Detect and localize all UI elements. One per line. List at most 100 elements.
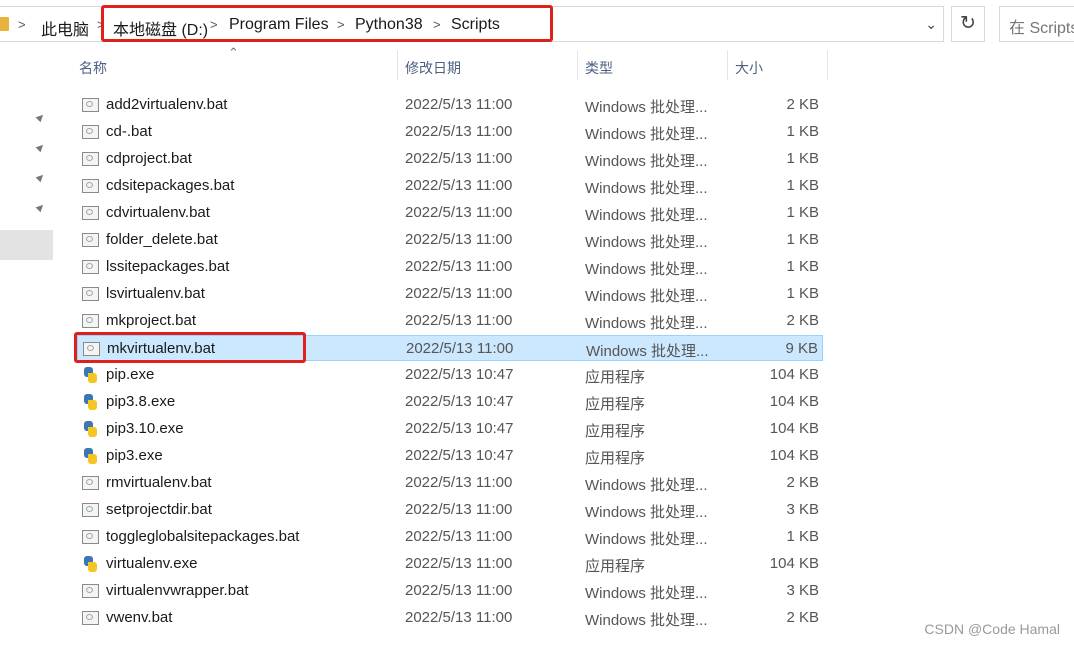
table-row[interactable]: mkproject.bat 2022/5/13 11:00 Windows 批处理.… [77,308,823,334]
file-date: 2022/5/13 10:47 [405,447,514,464]
file-name: folder_delete.bat [106,231,218,248]
python-exe-icon [82,447,98,465]
table-row[interactable]: cd-.bat 2022/5/13 11:00 Windows 批处理... 1 KB [77,119,823,145]
file-name: add2virtualenv.bat [106,96,228,113]
file-type: 应用程序 [585,423,646,440]
annotation-box-file [74,332,306,363]
bat-file-icon [82,503,99,517]
table-row[interactable]: rmvirtualenv.bat 2022/5/13 11:00 Windows 批… [77,470,823,496]
bat-file-icon [82,260,99,274]
file-size: 3 KB [786,501,819,518]
pin-icon: ▲ [31,197,51,217]
file-date: 2022/5/13 11:00 [405,474,513,491]
python-exe-icon [82,393,98,411]
pin-icon: ▲ [31,167,51,187]
column-divider[interactable] [827,50,828,80]
table-row[interactable]: setprojectdir.bat 2022/5/13 11:00 Windows … [77,497,823,523]
file-size: 104 KB [769,447,819,464]
file-type: Windows 批处理... [585,99,708,116]
folder-icon [0,17,9,31]
file-type: Windows 批处理... [585,315,708,332]
table-row[interactable]: lsvirtualenv.bat 2022/5/13 11:00 Windows 批… [77,281,823,307]
bat-file-icon [82,314,99,328]
table-row[interactable]: virtualenv.exe 2022/5/13 11:00 应用程序 104 KB [77,551,823,577]
watermark: CSDN @Code Hamal [924,621,1060,637]
file-type: Windows 批处理... [585,261,708,278]
chevron-down-icon[interactable]: ⌄ [925,16,937,33]
file-size: 1 KB [786,204,819,221]
pin-icon: ▲ [31,137,51,157]
column-divider[interactable] [577,50,578,80]
file-date: 2022/5/13 11:00 [405,285,513,302]
file-date: 2022/5/13 10:47 [405,393,514,410]
file-name: pip3.exe [106,447,163,464]
file-size: 1 KB [786,150,819,167]
table-row[interactable]: virtualenvwrapper.bat 2022/5/13 11:00 Wind… [77,578,823,604]
file-size: 1 KB [786,528,819,545]
table-row[interactable]: toggleglobalsitepackages.bat 2022/5/13 11… [77,524,823,550]
bat-file-icon [82,125,99,139]
bat-file-icon [82,611,99,625]
file-size: 104 KB [769,393,819,410]
file-size: 104 KB [769,555,819,572]
file-size: 104 KB [769,420,819,437]
file-type: Windows 批处理... [585,180,708,197]
breadcrumb-this-pc[interactable]: 此电脑 [41,16,89,40]
table-row[interactable]: vwenv.bat 2022/5/13 11:00 Windows 批处理... 2 … [77,605,823,631]
table-row[interactable]: folder_delete.bat 2022/5/13 11:00 Windows … [77,227,823,253]
file-name: rmvirtualenv.bat [106,474,212,491]
table-row[interactable]: add2virtualenv.bat 2022/5/13 11:00 Windows… [77,92,823,118]
file-type: Windows 批处理... [585,153,708,170]
bat-file-icon [82,476,99,490]
file-name: pip3.10.exe [106,420,184,437]
file-size: 1 KB [786,123,819,140]
refresh-button[interactable]: ↻ [951,6,985,42]
refresh-icon: ↻ [960,13,976,34]
column-header-name[interactable]: 名称 [79,58,107,78]
table-row[interactable]: cdsitepackages.bat 2022/5/13 11:00 Windows… [77,173,823,199]
bat-file-icon [82,179,99,193]
file-type: 应用程序 [585,396,646,413]
table-row[interactable]: cdvirtualenv.bat 2022/5/13 11:00 Windows 批… [77,200,823,226]
column-header-type[interactable]: 类型 [585,58,613,78]
bat-file-icon [82,233,99,247]
file-name: pip.exe [106,366,155,383]
file-type: Windows 批处理... [585,531,708,548]
file-date: 2022/5/13 11:00 [405,312,513,329]
table-row[interactable]: pip3.8.exe 2022/5/13 10:47 应用程序 104 KB [77,389,823,415]
file-name: lssitepackages.bat [106,258,230,275]
file-type: 应用程序 [585,558,646,575]
file-type: Windows 批处理... [585,207,708,224]
column-header-date[interactable]: 修改日期 [405,58,461,78]
search-input[interactable]: 在 Scripts [999,6,1074,42]
file-date: 2022/5/13 11:00 [405,204,513,221]
file-name: pip3.8.exe [106,393,176,410]
file-type: 应用程序 [585,369,646,386]
table-row[interactable]: cdproject.bat 2022/5/13 11:00 Windows 批处理.… [77,146,823,172]
table-row[interactable]: pip3.10.exe 2022/5/13 10:47 应用程序 104 KB [77,416,823,442]
bat-file-icon [82,152,99,166]
file-name: cd-.bat [106,123,152,140]
python-exe-icon [82,366,98,384]
file-date: 2022/5/13 11:00 [405,501,513,518]
column-divider[interactable] [397,50,398,80]
file-size: 9 KB [785,340,818,357]
file-date: 2022/5/13 11:00 [405,258,513,275]
table-row[interactable]: lssitepackages.bat 2022/5/13 11:00 Windows… [77,254,823,280]
pin-icon: ▲ [31,107,51,127]
file-size: 2 KB [786,96,819,113]
file-type: Windows 批处理... [585,288,708,305]
table-row[interactable]: pip3.exe 2022/5/13 10:47 应用程序 104 KB [77,443,823,469]
file-type: Windows 批处理... [585,504,708,521]
column-divider[interactable] [727,50,728,80]
file-size: 1 KB [786,285,819,302]
nav-selected-item[interactable] [0,230,53,260]
chevron-right-icon[interactable]: > [18,17,26,32]
file-type: Windows 批处理... [585,477,708,494]
bat-file-icon [82,206,99,220]
column-header-size[interactable]: 大小 [735,58,763,78]
file-name: cdsitepackages.bat [106,177,235,194]
table-row[interactable]: pip.exe 2022/5/13 10:47 应用程序 104 KB [77,362,823,388]
python-exe-icon [82,420,98,438]
bat-file-icon [82,584,99,598]
